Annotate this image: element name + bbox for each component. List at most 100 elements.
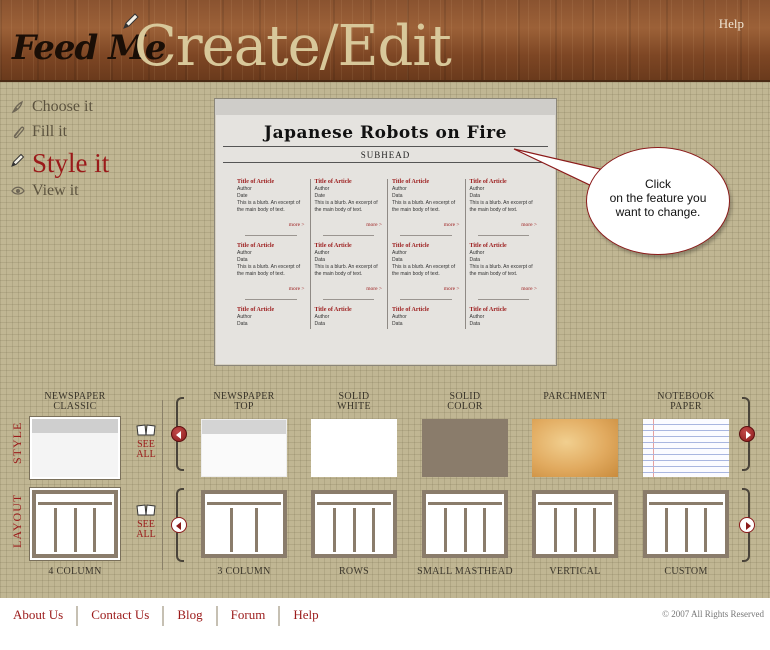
layout-thumb-rows[interactable] (311, 490, 397, 558)
help-link[interactable]: Help (719, 16, 744, 32)
article[interactable]: Title of Article Author Data (388, 307, 466, 365)
article-divider (477, 299, 529, 300)
layout-thumb-4-column[interactable] (30, 488, 120, 560)
step-label: Style it (32, 148, 110, 178)
article-divider (322, 299, 374, 300)
footer-link-contact-us[interactable]: Contact Us (78, 606, 165, 626)
article[interactable]: Title of Article Author Date This is a b… (233, 179, 311, 243)
article-title: Title of Article (392, 243, 430, 249)
arrow-right-icon (746, 431, 751, 439)
more-link[interactable]: more > (521, 222, 537, 229)
style-label-parchment: PARCHMENT (531, 392, 619, 402)
more-link[interactable]: more > (444, 222, 460, 229)
divider (162, 400, 163, 570)
masthead-bar (317, 496, 391, 505)
article[interactable]: Title of Article Author Data (311, 307, 389, 365)
layout-label-3-column: 3 COLUMN (217, 566, 271, 577)
columns (428, 508, 502, 552)
article-blurb: This is a blurb. An excerpt of the main … (392, 200, 456, 213)
columns (649, 508, 723, 552)
layout-thumb-small-masthead[interactable] (422, 490, 508, 558)
more-link[interactable]: more > (366, 222, 382, 229)
style-next-button[interactable] (739, 426, 755, 442)
article[interactable]: Title of Article Author Data This is a b… (388, 179, 466, 243)
article[interactable]: Title of Article Author Data (466, 307, 544, 365)
preview-subhead[interactable]: SUBHEAD (215, 150, 556, 160)
style-thumb-solid-color[interactable] (422, 419, 508, 477)
more-link[interactable]: more > (444, 286, 460, 293)
step-label: Fill it (32, 123, 68, 140)
article-author: Author (237, 250, 252, 256)
article[interactable]: Title of Article Author Data This is a b… (233, 243, 311, 307)
layout-thumb-custom[interactable] (643, 490, 729, 558)
book-icon (136, 424, 156, 436)
style-prev-button[interactable] (171, 426, 187, 442)
style-thumb-notebook-paper[interactable] (643, 419, 729, 477)
layout-label-vertical: VERTICAL (549, 566, 601, 577)
see-all-line: ALL (136, 529, 156, 540)
footer-link-help[interactable]: Help (280, 606, 331, 626)
main-area: Choose it Fill it Style it View it Japan… (0, 82, 770, 598)
style-label-solid-color: SOLID COLOR (421, 392, 509, 412)
page-title: Create/Edit (134, 14, 452, 79)
layout-row-label: LAYOUT (10, 493, 24, 548)
footer-link-about-us[interactable]: About Us (0, 606, 79, 626)
article[interactable]: Title of Article Author Data This is a b… (388, 243, 466, 307)
footer-link-forum[interactable]: Forum (218, 606, 281, 626)
article-date: Data (469, 321, 481, 327)
masthead-bar (538, 496, 612, 505)
footer: About Us Contact Us Blog Forum Help © 20… (0, 598, 770, 650)
newspaper-preview[interactable]: Japanese Robots on Fire SUBHEAD Title of… (214, 98, 557, 366)
masthead-bar (428, 496, 502, 505)
article-divider (245, 235, 297, 236)
article-author: Author (314, 314, 330, 320)
article-divider (400, 299, 452, 300)
step-label: View it (32, 182, 79, 199)
article[interactable]: Title of Article Author Date This is a b… (311, 179, 389, 243)
layout-label-custom: CUSTOM (664, 566, 708, 577)
step-fill-it[interactable]: Fill it (10, 121, 67, 146)
preview-title[interactable]: Japanese Robots on Fire (215, 123, 556, 143)
callout-text: Click on the feature you want to change. (587, 177, 729, 219)
see-all-styles-button[interactable]: SEE ALL (134, 424, 158, 460)
article-date: Data (392, 193, 403, 199)
layout-next-button[interactable] (739, 517, 755, 533)
layout-thumb-3-column[interactable] (201, 490, 287, 558)
style-thumb-newspaper-top[interactable] (201, 419, 287, 477)
step-choose-it[interactable]: Choose it (10, 96, 93, 121)
article-author: Author (392, 314, 407, 320)
arrow-right-icon (746, 522, 751, 530)
article[interactable]: Title of Article Author Data This is a b… (311, 243, 389, 307)
footer-link-blog[interactable]: Blog (164, 606, 218, 626)
step-view-it[interactable]: View it (10, 180, 79, 205)
callout-line: Click (645, 177, 671, 191)
article-date: Data (392, 257, 403, 263)
step-style-it[interactable]: Style it (10, 146, 109, 180)
eye-icon (11, 186, 25, 195)
article[interactable]: Title of Article Author Data (233, 307, 311, 365)
layout-thumb-vertical[interactable] (532, 490, 618, 558)
label-line: WHITE (337, 401, 371, 412)
layout-prev-button[interactable] (171, 517, 187, 533)
arrow-left-icon (176, 431, 181, 439)
style-label-solid-white: SOLID WHITE (310, 392, 398, 412)
title-rule (223, 146, 548, 147)
pen-nib-icon (11, 100, 23, 114)
article-title: Title of Article (237, 179, 275, 185)
see-all-layouts-button[interactable]: SEE ALL (134, 504, 158, 540)
subhead-rule (223, 162, 548, 163)
more-link[interactable]: more > (289, 286, 305, 293)
article-title: Title of Article (237, 307, 275, 313)
more-link[interactable]: more > (521, 286, 537, 293)
style-thumb-parchment[interactable] (532, 419, 618, 477)
article-title: Title of Article (314, 307, 352, 313)
article-title: Title of Article (392, 307, 430, 313)
article[interactable]: Title of Article Author Data This is a b… (466, 243, 544, 307)
style-thumb-solid-white[interactable] (311, 419, 397, 477)
callout-line: want to change. (615, 205, 701, 219)
style-thumb-newspaper-classic[interactable] (30, 417, 120, 479)
more-link[interactable]: more > (289, 222, 305, 229)
article-date: Data (314, 321, 326, 327)
article-title: Title of Article (314, 243, 352, 249)
more-link[interactable]: more > (366, 286, 382, 293)
